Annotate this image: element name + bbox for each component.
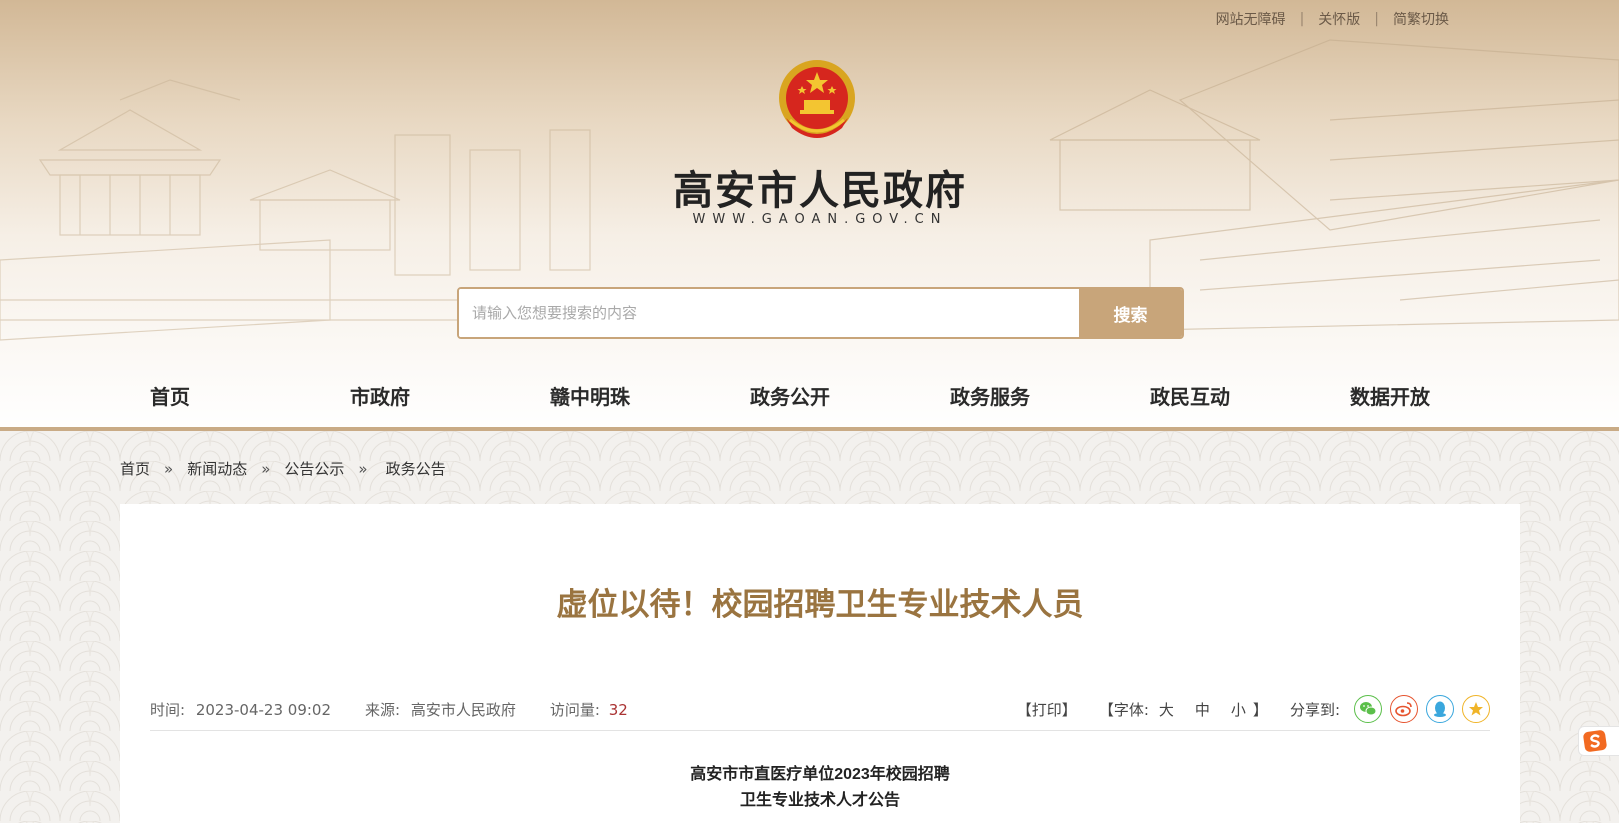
- font-size-close: 】: [1252, 700, 1268, 719]
- article-title: 虚位以待！校园招聘卫生专业技术人员: [556, 587, 1084, 622]
- qq-icon[interactable]: [1426, 695, 1454, 723]
- font-size-medium[interactable]: 中: [1195, 699, 1210, 720]
- meta-divider: [150, 730, 1490, 731]
- nav-item-public-interaction[interactable]: 政民互动: [1150, 381, 1230, 410]
- nav-item-city-government[interactable]: 市政府: [350, 381, 410, 410]
- national-emblem-icon: [779, 60, 855, 138]
- time-label: 时间:: [150, 700, 186, 719]
- nav-item-government-services[interactable]: 政务服务: [950, 381, 1030, 410]
- document-heading-line2: 卫生专业技术人才公告: [739, 792, 900, 809]
- search-button[interactable]: 搜索: [1079, 289, 1182, 337]
- site-url: WWW.GAOAN.GOV.CN: [692, 212, 948, 227]
- qzone-icon[interactable]: [1462, 695, 1490, 723]
- visit-count: 访问量: 32: [550, 699, 628, 720]
- separator: |: [1374, 11, 1379, 27]
- time-value: 2023-04-23 09:02: [195, 700, 332, 719]
- breadcrumb: 首页 » 新闻动态 » 公告公示 » 政务公告: [120, 458, 446, 479]
- main-nav: 首页 市政府 赣中明珠 政务公开 政务服务 政民互动 数据开放: [0, 370, 1619, 420]
- document-heading-line1: 高安市市直医疗单位2023年校园招聘: [690, 766, 950, 783]
- article-meta: 时间: 2023-04-23 09:02 来源: 高安市人民政府 访问量: 32…: [150, 694, 1490, 724]
- breadcrumb-government-notices[interactable]: 政务公告: [386, 458, 446, 479]
- floating-sogou-badge[interactable]: [1578, 726, 1619, 756]
- breadcrumb-separator: »: [358, 459, 368, 478]
- site-title: 高安市人民政府: [673, 167, 967, 214]
- separator: |: [1299, 11, 1305, 27]
- site-header: 网站无障碍 | 关怀版 | 简繁切换 高安市人民政府 WWW.GAOAN.GOV…: [0, 0, 1619, 430]
- source-value: 高安市人民政府: [410, 700, 516, 719]
- article-source: 来源: 高安市人民政府: [365, 699, 516, 720]
- font-size-small[interactable]: 小: [1231, 699, 1246, 720]
- nav-item-government-affairs[interactable]: 政务公开: [750, 381, 830, 410]
- visits-label: 访问量:: [549, 700, 600, 719]
- article-container: 虚位以待！校园招聘卫生专业技术人员 时间: 2023-04-23 09:02 来…: [120, 504, 1520, 823]
- font-size-large[interactable]: 大: [1159, 699, 1174, 720]
- publish-time: 时间: 2023-04-23 09:02: [150, 699, 331, 720]
- breadcrumb-news[interactable]: 新闻动态: [187, 458, 247, 479]
- traditional-simplified-toggle[interactable]: 简繁切换: [1393, 9, 1449, 29]
- source-label: 来源:: [365, 700, 401, 719]
- wechat-icon[interactable]: [1354, 695, 1382, 723]
- accessibility-link[interactable]: 网站无障碍: [1216, 9, 1286, 29]
- article-tools: 【打印】 【字体: 大 中 小 】 分享到:: [1017, 694, 1490, 724]
- breadcrumb-separator: »: [164, 459, 174, 478]
- nav-item-home[interactable]: 首页: [150, 381, 190, 410]
- font-size-label: 【字体:: [1098, 700, 1149, 719]
- search-input[interactable]: [459, 289, 1079, 337]
- sogou-icon: [1583, 730, 1607, 752]
- search-bar: 搜索: [457, 287, 1184, 339]
- share-label: 分享到:: [1289, 700, 1340, 719]
- breadcrumb-announcements[interactable]: 公告公示: [284, 458, 344, 479]
- care-mode-link[interactable]: 关怀版: [1318, 9, 1360, 29]
- breadcrumb-home[interactable]: 首页: [120, 458, 150, 479]
- breadcrumb-separator: »: [261, 459, 271, 478]
- print-button[interactable]: 【打印】: [1017, 699, 1077, 720]
- visits-value: 32: [608, 700, 628, 719]
- top-utility-links: 网站无障碍 | 关怀版 | 简繁切换: [1216, 9, 1449, 29]
- nav-item-open-data[interactable]: 数据开放: [1350, 381, 1430, 410]
- nav-item-ganzhong-pearl[interactable]: 赣中明珠: [550, 381, 630, 410]
- weibo-icon[interactable]: [1390, 695, 1418, 723]
